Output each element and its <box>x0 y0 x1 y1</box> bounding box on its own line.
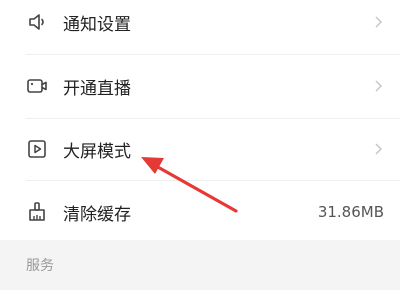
speaker-icon <box>26 11 48 33</box>
cache-size-value: 31.86MB <box>317 203 384 221</box>
menu-item-start-live[interactable]: 开通直播 <box>0 56 400 116</box>
chevron-right-icon <box>370 14 386 30</box>
divider <box>26 54 400 55</box>
menu-item-label: 开通直播 <box>63 78 131 99</box>
section-header-label: 服务 <box>26 258 54 274</box>
menu-item-label: 大屏模式 <box>63 141 131 162</box>
menu-item-label: 通知设置 <box>63 14 131 35</box>
bottom-strip <box>0 290 400 300</box>
section-header-services: 服务 <box>0 240 400 290</box>
menu-item-clear-cache[interactable]: 清除缓存 31.86MB <box>0 182 400 242</box>
menu-item-notification-settings[interactable]: 通知设置 <box>0 0 400 52</box>
menu-item-big-screen-mode[interactable]: 大屏模式 <box>0 119 400 179</box>
menu-item-label: 清除缓存 <box>63 204 131 225</box>
divider <box>26 180 400 181</box>
broom-icon <box>26 201 48 223</box>
chevron-right-icon <box>370 78 386 94</box>
play-icon <box>26 138 48 160</box>
chevron-right-icon <box>370 141 386 157</box>
camera-icon <box>26 75 48 97</box>
